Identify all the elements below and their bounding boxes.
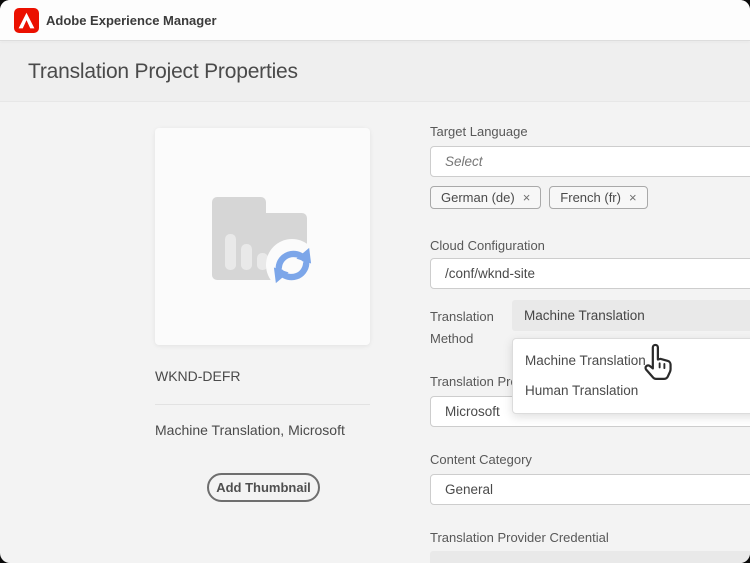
content-category-label: Content Category — [430, 452, 532, 467]
translation-method-menu: Machine Translation Human Translation — [512, 338, 750, 414]
target-language-select[interactable]: Select — [430, 146, 750, 177]
remove-tag-icon[interactable]: × — [523, 190, 531, 205]
aem-window: Adobe Experience Manager Translation Pro… — [0, 0, 750, 563]
translation-method-label: Translation Method — [430, 306, 510, 350]
chart-bar — [225, 234, 236, 270]
chart-bar — [241, 244, 252, 270]
translation-provider-credential-field[interactable] — [430, 551, 750, 563]
adobe-logo-icon — [14, 8, 39, 33]
translation-method-dropdown[interactable]: Machine Translation — [512, 300, 750, 331]
thumbnail-card — [155, 128, 370, 345]
project-folder-icon — [212, 197, 332, 307]
cloud-configuration-label: Cloud Configuration — [430, 238, 545, 253]
add-thumbnail-button[interactable]: Add Thumbnail — [207, 473, 320, 502]
menu-item-machine-translation[interactable]: Machine Translation — [513, 346, 750, 376]
sync-icon — [266, 239, 318, 291]
select-placeholder: Select — [445, 154, 483, 169]
language-tag-german[interactable]: German (de) × — [430, 186, 541, 209]
translation-provider-credential-label: Translation Provider Credential — [430, 530, 609, 545]
project-summary: Machine Translation, Microsoft — [155, 422, 345, 438]
language-tag-french[interactable]: French (fr) × — [549, 186, 647, 209]
cloud-configuration-input[interactable]: /conf/wknd-site — [430, 258, 750, 289]
menu-item-human-translation[interactable]: Human Translation — [513, 376, 750, 406]
content-category-input[interactable]: General — [430, 474, 750, 505]
adobe-a-glyph — [14, 8, 39, 33]
divider — [155, 404, 370, 405]
target-language-label: Target Language — [430, 124, 528, 139]
screenshot-frame: Adobe Experience Manager Translation Pro… — [0, 0, 750, 563]
remove-tag-icon[interactable]: × — [629, 190, 637, 205]
page-title: Translation Project Properties — [28, 60, 298, 84]
top-bar: Adobe Experience Manager — [0, 0, 750, 41]
title-band: Translation Project Properties — [0, 42, 750, 102]
app-title: Adobe Experience Manager — [46, 13, 217, 28]
language-tags: German (de) × French (fr) × — [430, 186, 648, 209]
project-name: WKND-DEFR — [155, 368, 241, 384]
